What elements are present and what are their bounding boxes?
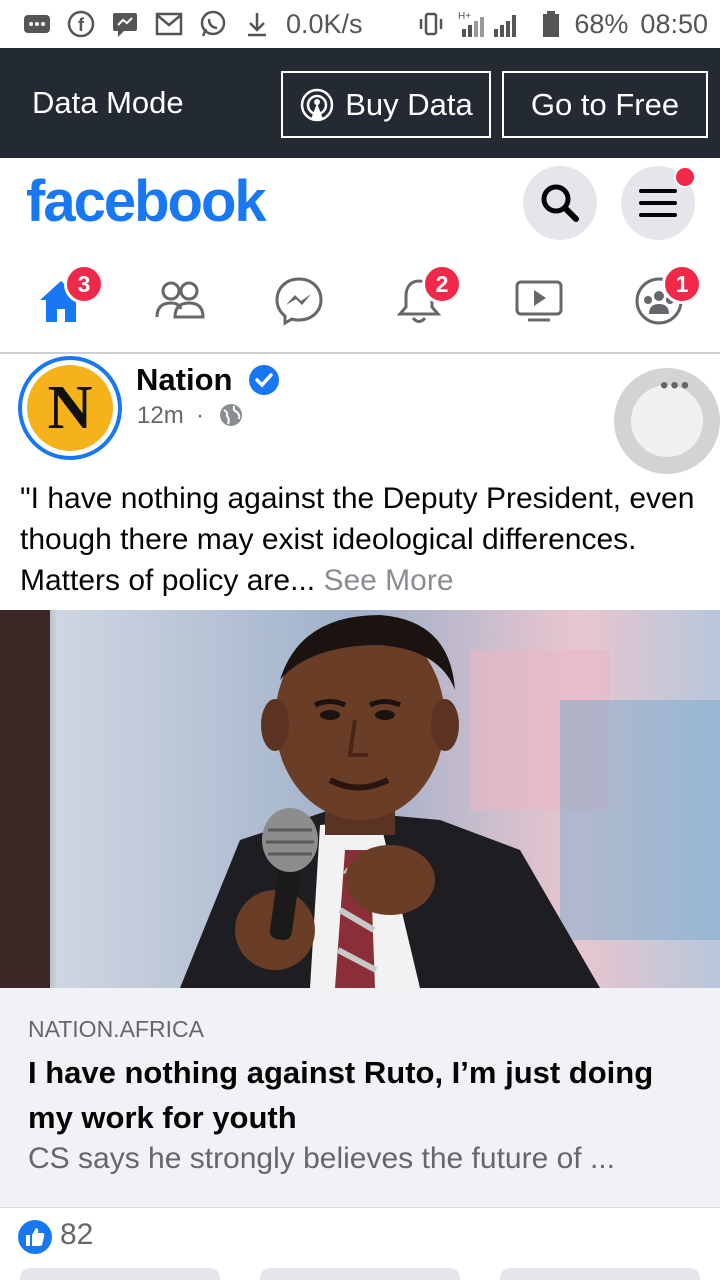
buy-data-button[interactable]: Buy Data	[281, 71, 491, 138]
messenger-icon	[275, 277, 323, 326]
battery-level: 68%	[574, 8, 629, 39]
meta-separator: ·	[196, 402, 204, 429]
man-with-microphone-photo	[0, 610, 720, 988]
reaction-count: 82	[60, 1218, 94, 1251]
comment-action-button[interactable]	[260, 1268, 460, 1280]
post-text: "I have nothing against the Deputy Presi…	[20, 478, 710, 601]
link-subtitle: CS says he strongly believes the future …	[28, 1142, 615, 1175]
signal-broadcast-icon	[300, 88, 334, 121]
main-nav: 3 2 1	[0, 248, 720, 354]
tab-watch[interactable]	[508, 270, 570, 332]
link-domain: NATION.AFRICA	[28, 1016, 204, 1042]
vibrate-icon	[416, 9, 446, 39]
post-time[interactable]: 12m	[137, 402, 184, 430]
svg-text:f: f	[78, 15, 85, 35]
post-header: N Nation 12m ·	[0, 356, 720, 476]
reactions-bar[interactable]: 82	[0, 1210, 720, 1262]
link-title: I have nothing against Ruto, I’m just do…	[28, 1055, 654, 1135]
messenger-icon	[110, 9, 140, 39]
like-reaction-icon	[18, 1220, 52, 1254]
signal-icon: H+	[458, 9, 528, 39]
network-type: H+	[458, 11, 471, 22]
facebook-icon: f	[66, 9, 96, 39]
thumbs-up-icon	[26, 1228, 45, 1246]
link-preview-card[interactable]: NATION.AFRICA I have nothing against Rut…	[0, 988, 720, 1208]
data-mode-title: Data Mode	[32, 85, 184, 120]
friends-icon	[155, 281, 205, 319]
groups-badge: 1	[662, 264, 702, 304]
nation-logo: N	[27, 365, 113, 451]
tab-messenger[interactable]	[268, 270, 330, 332]
whatsapp-icon	[198, 9, 228, 39]
share-action-button[interactable]	[500, 1268, 700, 1280]
menu-notification-dot	[674, 166, 696, 188]
verified-badge-icon	[249, 365, 279, 395]
data-mode-bar: Data Mode Buy Data Go to Free	[0, 48, 720, 158]
net-speed: 0.0K/s	[286, 8, 363, 39]
like-action-button[interactable]	[20, 1268, 220, 1280]
buy-data-label: Buy Data	[345, 86, 473, 122]
more-dots-icon: •••	[660, 372, 692, 399]
app-header: facebook	[0, 158, 720, 248]
status-bar: f 0.0K/s H+ 68% 08:50	[0, 0, 720, 48]
notifications-badge: 2	[422, 264, 462, 304]
video-icon	[515, 280, 563, 322]
home-badge: 3	[64, 264, 104, 304]
tab-friends[interactable]	[148, 270, 210, 332]
post-photo[interactable]	[0, 610, 720, 988]
chat-icon	[22, 9, 52, 39]
hamburger-menu-icon	[639, 189, 677, 217]
globe-icon	[220, 404, 242, 426]
go-to-free-button[interactable]: Go to Free	[502, 71, 708, 138]
page-avatar[interactable]: N	[18, 356, 122, 460]
search-button[interactable]	[523, 166, 597, 240]
see-more-link[interactable]: See More	[323, 564, 453, 597]
facebook-logo[interactable]: facebook	[26, 168, 267, 235]
search-icon	[541, 184, 579, 222]
page-name[interactable]: Nation	[136, 362, 232, 398]
download-icon	[242, 9, 272, 39]
go-to-free-label: Go to Free	[530, 86, 680, 122]
clock: 08:50	[640, 8, 708, 39]
gmail-icon	[154, 9, 184, 39]
battery-icon	[540, 9, 562, 39]
